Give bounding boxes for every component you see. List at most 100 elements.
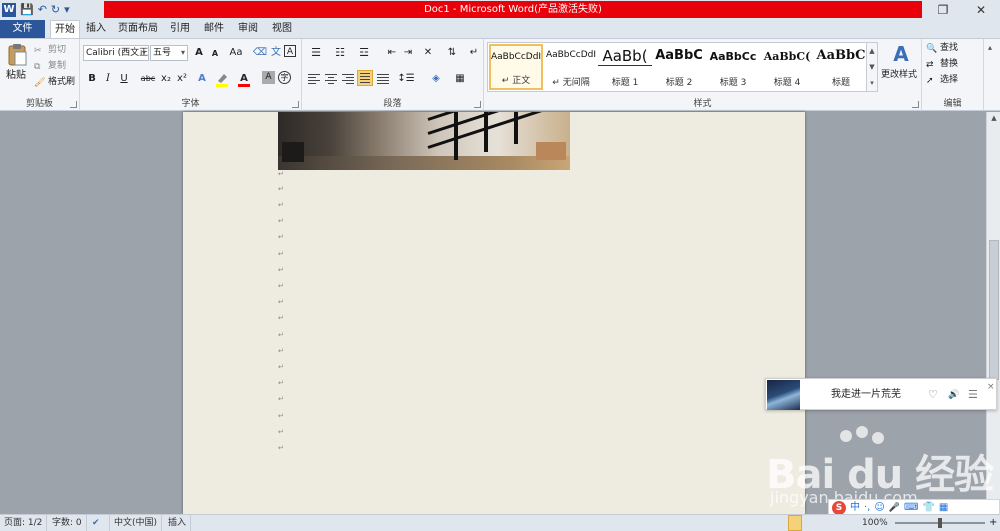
tab-insert[interactable]: 插入 [82, 20, 110, 38]
minimize-ribbon-icon[interactable]: ▴ [988, 43, 992, 52]
cut-button[interactable]: ✂ 剪切 [34, 43, 66, 57]
italic-button[interactable]: I [100, 71, 116, 87]
bold-button[interactable]: B [84, 71, 100, 87]
style-normal[interactable]: AaBbCcDdI ↵ 正文 [489, 44, 543, 90]
find-button[interactable]: 🔍 查找 [926, 41, 958, 55]
char-shading-icon[interactable]: A [262, 71, 275, 84]
change-styles-button[interactable]: A 更改样式 [881, 41, 918, 91]
volume-icon[interactable]: 🔊 [948, 387, 959, 403]
styles-launcher-icon[interactable] [912, 101, 919, 108]
insert-mode[interactable]: 插入 [164, 515, 192, 531]
close-icon[interactable]: ✕ [966, 0, 996, 20]
change-case-button[interactable]: Aa [226, 45, 246, 61]
align-center-icon[interactable] [323, 72, 339, 86]
tab-page-layout[interactable]: 页面布局 [114, 20, 162, 38]
print-layout-icon[interactable] [788, 515, 802, 531]
format-painter-button[interactable]: 🖌 格式刷 [34, 75, 75, 89]
align-left-icon[interactable] [306, 72, 322, 86]
format-painter-label: 格式刷 [48, 77, 76, 87]
numbering-icon[interactable]: ☷ [330, 45, 350, 61]
zoom-in-icon[interactable]: + [989, 515, 997, 531]
phonetic-guide-icon[interactable]: 文 [268, 45, 284, 61]
style-heading-3[interactable]: AaBbCc 标题 3 [706, 44, 760, 90]
style-title[interactable]: AaBbC 标题 [814, 44, 868, 90]
style-sample: AaBbCcDdI [545, 50, 597, 60]
strikethrough-button[interactable]: abc [138, 71, 158, 87]
underline-button[interactable]: U [116, 71, 132, 87]
font-name-select[interactable]: Calibri (西文正文) [83, 45, 149, 61]
distributed-icon[interactable] [375, 72, 391, 86]
paragraph-launcher-icon[interactable] [474, 101, 481, 108]
music-player-popup[interactable]: 我走进一片荒芜 ♡ 🔊 ☰ × [765, 378, 997, 410]
line-spacing-icon[interactable]: ↕☰ [396, 71, 416, 87]
borders-icon[interactable]: ▦ [450, 71, 470, 87]
increase-indent-icon[interactable]: ⇥ [400, 45, 416, 61]
heart-icon[interactable]: ♡ [928, 387, 938, 403]
multilevel-list-icon[interactable]: ☲ [354, 45, 374, 61]
style-name: 标题 4 [773, 78, 801, 88]
text-effects-icon[interactable]: A [194, 71, 210, 87]
tab-references[interactable]: 引用 [166, 20, 194, 38]
style-no-spacing[interactable]: AaBbCcDdI ↵ 无间隔 [544, 44, 598, 90]
save-icon[interactable]: 💾 [20, 2, 34, 18]
language-indicator[interactable]: 中文(中国) [110, 515, 163, 531]
ribbon-tabs: 文件 开始 插入 页面布局 引用 邮件 审阅 视图 [0, 20, 1000, 38]
show-marks-icon[interactable]: ↵ [466, 45, 482, 61]
paste-button[interactable]: 粘贴 [6, 69, 26, 83]
font-color-icon[interactable]: A [236, 71, 252, 87]
style-sample: AaBbCcDdI [491, 52, 541, 62]
undo-icon[interactable]: ↶ [38, 2, 47, 18]
page-count[interactable]: 页面: 1/2 [0, 515, 48, 531]
style-heading-2[interactable]: AaBbC 标题 2 [652, 44, 706, 90]
tab-view[interactable]: 视图 [268, 20, 296, 38]
style-heading-4[interactable]: AaBbC( 标题 4 [760, 44, 814, 90]
chinese-layout-icon[interactable]: ✕ [418, 45, 438, 61]
decrease-indent-icon[interactable]: ⇤ [384, 45, 400, 61]
gallery-scroll[interactable]: ▲ ▼ ▾ [867, 42, 878, 92]
shrink-font-button[interactable]: A [207, 46, 223, 62]
char-border-icon[interactable]: A [284, 45, 296, 57]
tab-file[interactable]: 文件 [0, 20, 45, 38]
clear-format-icon[interactable]: ⌫ [252, 45, 268, 61]
zoom-slider[interactable] [895, 518, 985, 528]
redo-icon[interactable]: ↻ [51, 2, 60, 18]
enclose-char-icon[interactable]: 字 [278, 71, 291, 84]
word-logo-icon[interactable]: W [2, 3, 16, 17]
grow-font-button[interactable]: A [191, 45, 207, 61]
document-page[interactable]: ↵ ↵ ↵ ↵ ↵ ↵ ↵ ↵ ↵ ↵ ↵ ↵ ↵ ↵ ↵ ↵ ↵ ↵ [183, 112, 805, 514]
word-count[interactable]: 字数: 0 [48, 515, 87, 531]
superscript-button[interactable]: x² [174, 71, 190, 87]
sogou-logo-icon[interactable]: S [832, 501, 846, 515]
proofing-icon[interactable]: ✔ [88, 515, 110, 531]
playlist-icon[interactable]: ☰ [968, 387, 978, 403]
align-right-icon[interactable] [340, 72, 356, 86]
tab-mailings[interactable]: 邮件 [200, 20, 228, 38]
sort-icon[interactable]: ⇅ [444, 45, 460, 61]
restore-icon[interactable]: ❐ [928, 0, 958, 20]
clipboard-launcher-icon[interactable] [70, 101, 77, 108]
paragraph-mark: ↵ [278, 282, 284, 290]
tab-review[interactable]: 审阅 [234, 20, 262, 38]
customize-qat-icon[interactable]: ▾ [64, 2, 70, 18]
replace-button[interactable]: ⇄ 替换 [926, 57, 958, 71]
close-popup-icon[interactable]: × [987, 379, 995, 395]
zoom-level[interactable]: 100% [862, 515, 888, 531]
shading-icon[interactable]: ◈ [426, 71, 446, 87]
paragraph-mark: ↵ [278, 250, 284, 258]
paste-icon[interactable] [6, 43, 28, 67]
scroll-up-icon[interactable]: ▲ [987, 112, 1000, 124]
select-button[interactable]: ➚ 选择 [926, 73, 958, 87]
inserted-photo[interactable] [278, 112, 570, 170]
subscript-button[interactable]: x₂ [158, 71, 174, 87]
font-size-select[interactable]: 五号 [150, 45, 188, 61]
style-heading-1[interactable]: AaBb( 标题 1 [598, 44, 652, 90]
font-launcher-icon[interactable] [292, 101, 299, 108]
style-sample: AaBb( [598, 47, 652, 66]
scroll-thumb[interactable] [989, 240, 999, 380]
bullets-icon[interactable]: ☰ [306, 45, 326, 61]
tab-home[interactable]: 开始 [50, 20, 80, 38]
highlight-icon[interactable] [214, 71, 230, 87]
copy-button[interactable]: ⧉ 复制 [34, 59, 66, 73]
zoom-slider-knob[interactable] [938, 518, 942, 528]
justify-icon[interactable] [357, 70, 373, 86]
